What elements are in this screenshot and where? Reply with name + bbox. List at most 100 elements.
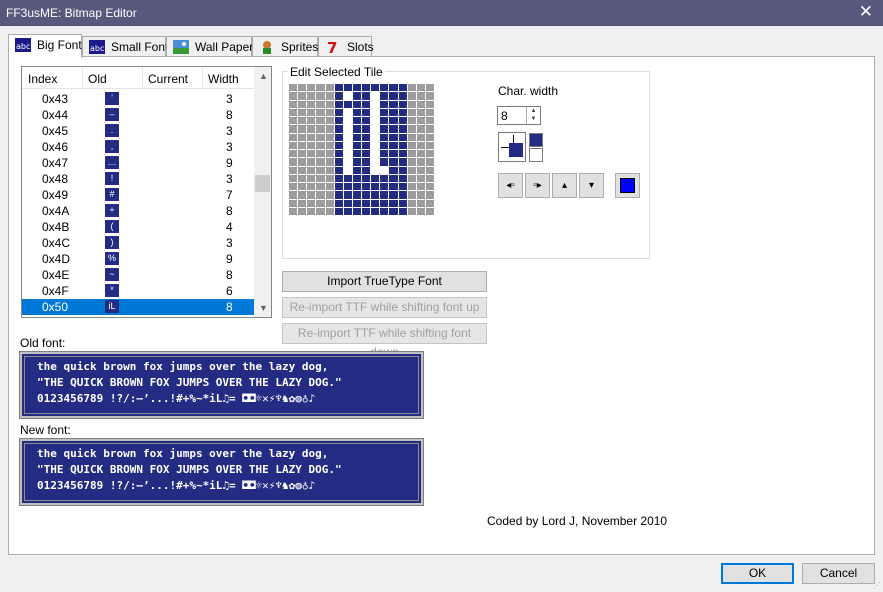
tile-pixel[interactable] [389,92,398,100]
reimport-up-button[interactable]: Re-import TTF while shifting font up [282,297,487,318]
tile-pixel[interactable] [334,108,343,116]
tile-pixel[interactable] [371,100,380,108]
tile-pixel[interactable] [352,141,361,149]
tile-pixel[interactable] [298,183,307,191]
tile-pixel[interactable] [416,158,425,166]
tile-pixel[interactable] [334,158,343,166]
tile-pixel[interactable] [316,191,325,199]
tile-pixel[interactable] [389,84,398,92]
spin-down-icon[interactable]: ▼ [527,115,540,123]
tile-pixel[interactable] [325,92,334,100]
tile-pixel[interactable] [325,191,334,199]
tile-pixel[interactable] [298,125,307,133]
tile-pixel[interactable] [380,125,389,133]
tile-pixel[interactable] [380,166,389,174]
tile-pixel[interactable] [407,84,416,92]
tile-pixel[interactable] [389,141,398,149]
resize-grip-icon[interactable]: ⋰ [873,581,881,590]
cancel-button[interactable]: Cancel [802,563,875,584]
tile-pixel[interactable] [352,108,361,116]
column-header-index[interactable]: Index [28,72,57,86]
tile-pixel[interactable] [316,117,325,125]
tile-pixel[interactable] [307,108,316,116]
scroll-thumb[interactable] [255,175,270,192]
tile-pixel[interactable] [425,191,434,199]
tile-pixel[interactable] [416,92,425,100]
tile-pixel[interactable] [352,183,361,191]
tile-pixel[interactable] [398,150,407,158]
tile-pixel[interactable] [380,191,389,199]
tile-pixel[interactable] [425,158,434,166]
tile-pixel[interactable] [325,166,334,174]
tab-small-font[interactable]: abc Small Font [82,36,168,57]
list-item[interactable]: 0x46, 3 [22,139,255,155]
foreground-color-square[interactable] [509,143,523,157]
tile-pixel[interactable] [398,199,407,207]
tile-pixel[interactable] [380,84,389,92]
tile-pixel[interactable] [371,207,380,215]
tile-pixel[interactable] [334,150,343,158]
tile-pixel[interactable] [425,141,434,149]
tile-pixel[interactable] [307,84,316,92]
tile-pixel[interactable] [407,183,416,191]
tile-pixel[interactable] [343,191,352,199]
tile-pixel[interactable] [389,108,398,116]
tile-pixel[interactable] [362,133,371,141]
tile-pixel[interactable] [371,191,380,199]
tile-pixel[interactable] [398,125,407,133]
tile-pixel[interactable] [298,92,307,100]
tile-pixel[interactable] [289,117,298,125]
tab-wall-paper[interactable]: Wall Paper [166,36,253,57]
tile-pixel[interactable] [334,199,343,207]
tile-pixel[interactable] [398,108,407,116]
tile-pixel[interactable] [352,84,361,92]
tile-pixel[interactable] [343,166,352,174]
tile-pixel[interactable] [307,174,316,182]
tile-pixel[interactable] [371,141,380,149]
list-item[interactable]: 0x4B (4 [22,219,255,235]
tile-pixel[interactable] [380,199,389,207]
tile-pixel[interactable] [289,150,298,158]
tile-pixel[interactable] [289,141,298,149]
tile-pixel[interactable] [289,158,298,166]
tile-pixel[interactable] [407,207,416,215]
tile-pixel[interactable] [416,117,425,125]
tile-pixel[interactable] [352,174,361,182]
tile-pixel[interactable] [407,150,416,158]
tile-pixel[interactable] [398,158,407,166]
tile-pixel[interactable] [425,125,434,133]
tile-pixel[interactable] [289,100,298,108]
tile-pixel[interactable] [298,100,307,108]
tile-pixel[interactable] [371,133,380,141]
color-selector[interactable] [498,132,526,162]
tile-pixel[interactable] [325,84,334,92]
tile-pixel[interactable] [289,174,298,182]
tile-pixel[interactable] [325,174,334,182]
tile-pixel[interactable] [325,117,334,125]
tile-pixel[interactable] [343,158,352,166]
tile-pixel[interactable] [425,100,434,108]
tile-pixel[interactable] [334,117,343,125]
close-icon[interactable]: ✕ [859,3,873,21]
ok-button[interactable]: OK [721,563,794,584]
tile-pixel[interactable] [362,183,371,191]
tile-pixel[interactable] [298,141,307,149]
tile-pixel[interactable] [325,158,334,166]
tile-pixel[interactable] [352,158,361,166]
tile-pixel[interactable] [398,141,407,149]
palette-color-blue[interactable] [529,133,543,147]
tile-pixel[interactable] [371,150,380,158]
tile-pixel[interactable] [316,166,325,174]
list-item[interactable]: 0x4E ~8 [22,267,255,283]
tile-pixel[interactable] [425,92,434,100]
shift-up-icon[interactable]: ▴ [552,173,577,198]
tile-pixel[interactable] [343,108,352,116]
list-item[interactable]: 0x49 #7 [22,187,255,203]
tile-pixel[interactable] [416,199,425,207]
tab-slots[interactable]: 7 Slots [318,36,374,57]
tile-pixel[interactable] [352,125,361,133]
tile-pixel[interactable] [334,125,343,133]
tile-pixel[interactable] [416,150,425,158]
tile-pixel[interactable] [343,133,352,141]
list-item[interactable]: 0x4A +8 [22,203,255,219]
